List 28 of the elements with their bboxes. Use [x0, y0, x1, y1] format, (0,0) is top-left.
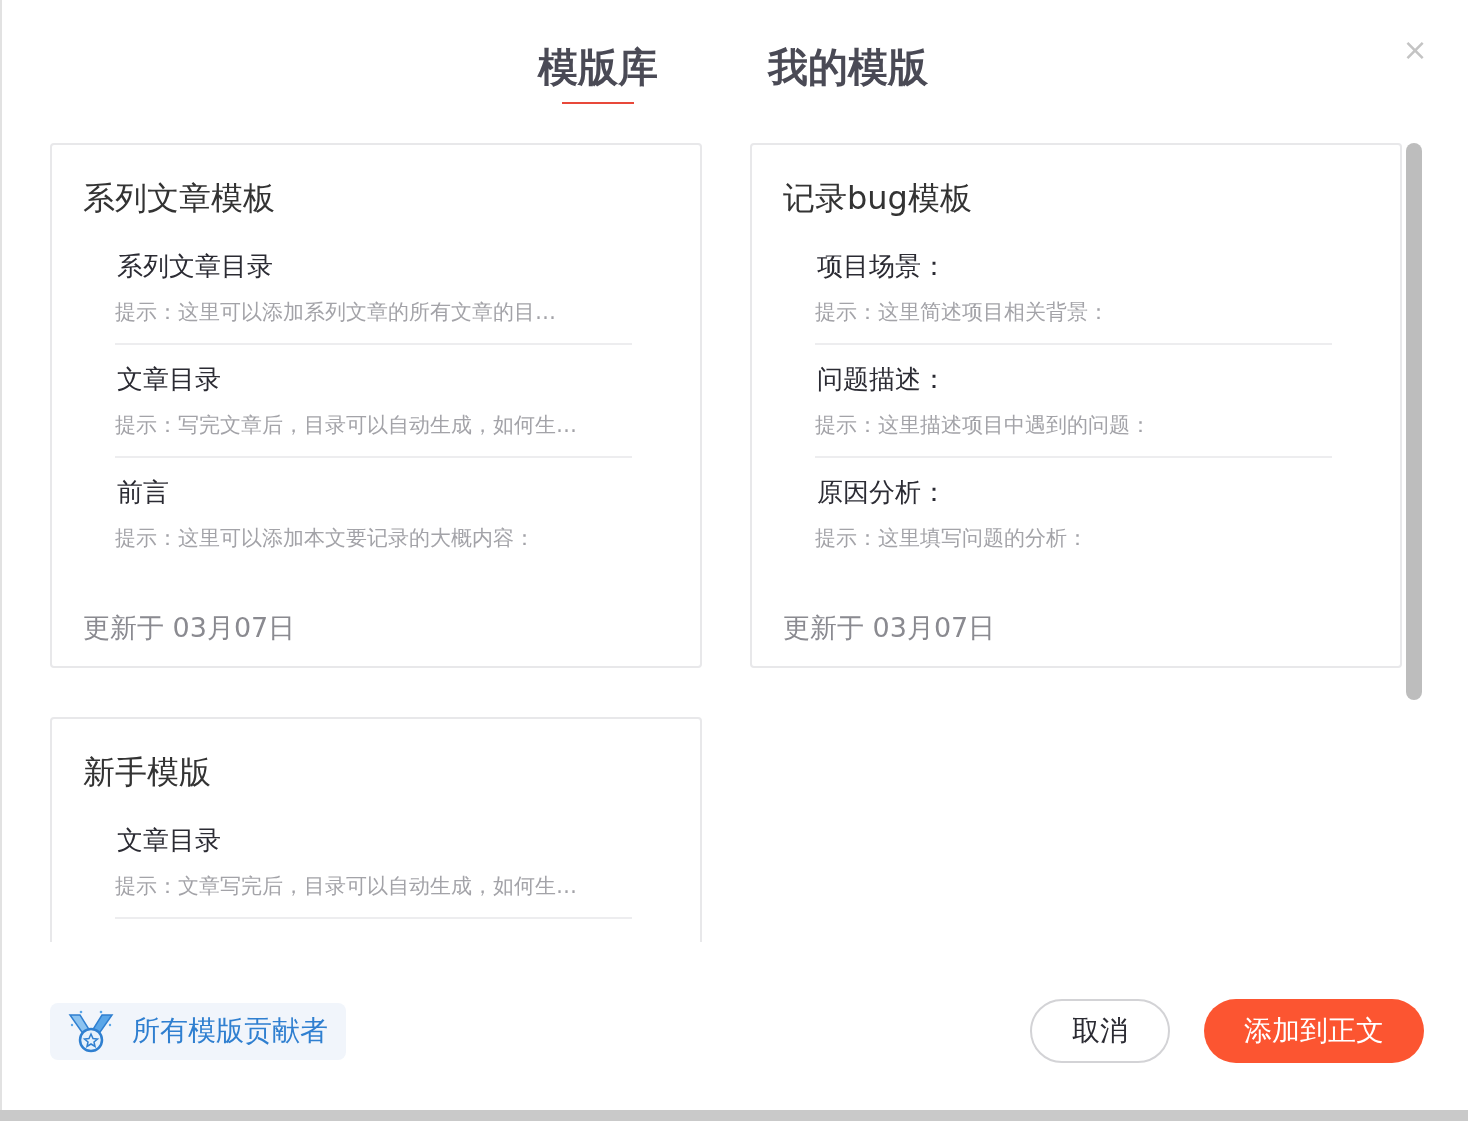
cancel-button[interactable]: 取消 — [1030, 999, 1170, 1063]
medal-icon — [68, 1009, 114, 1053]
updated-date: 更新于 03月07日 — [783, 611, 996, 645]
section-hint: 提示：这里可以添加本文要记录的大概内容： — [115, 525, 535, 552]
card-title: 系列文章模板 — [83, 178, 275, 218]
section-heading: 问题描述： — [817, 363, 947, 396]
section-hint: 提示：这里简述项目相关背景： — [815, 299, 1109, 326]
section-heading: 文章目录 — [117, 824, 221, 857]
tab[interactable]: 我的模版 — [768, 40, 928, 114]
section-hint: 提示：文章写完后，目录可以自动生成，如何生… — [115, 873, 577, 900]
card-title: 新手模版 — [83, 752, 211, 792]
contributors-button[interactable]: 所有模版贡献者 — [50, 1002, 346, 1060]
section-hint: 提示：写完文章后，目录可以自动生成，如何生… — [115, 412, 577, 439]
section-heading: 文章目录 — [117, 363, 221, 396]
card-title: 记录bug模板 — [783, 178, 972, 218]
section-heading: 项目场景： — [817, 250, 947, 283]
section-hint: 提示：这里描述项目中遇到的问题： — [815, 412, 1151, 439]
template-card[interactable]: 新手模版 文章目录 提示：文章写完后，目录可以自动生成，如何生… — [50, 717, 702, 942]
scrollbar[interactable] — [1406, 143, 1422, 700]
template-card[interactable]: 系列文章模板 系列文章目录 提示：这里可以添加系列文章的所有文章的目… 文章目录 提示：写完文章后，目录可以自动生成，如何生… 前言 提示：这里可以添加本文要记录的大概内容： 更新于 03月07日 — [50, 143, 702, 668]
section-hint: 提示：这里填写问题的分析： — [815, 525, 1088, 552]
template-card[interactable]: 记录bug模板 项目场景： 提示：这里简述项目相关背景： 问题描述： 提示：这里描述项目中遇到的问题： 原因分析： 提示：这里填写问题的分析： 更新于 03月07日 — [750, 143, 1402, 668]
section-heading: 前言 — [117, 476, 169, 509]
section-hint: 提示：这里可以添加系列文章的所有文章的目… — [115, 299, 556, 326]
section-heading: 原因分析： — [817, 476, 947, 509]
updated-date: 更新于 03月07日 — [83, 611, 296, 645]
section-heading: 系列文章目录 — [117, 250, 273, 283]
tab[interactable]: 模版库 — [538, 40, 658, 114]
